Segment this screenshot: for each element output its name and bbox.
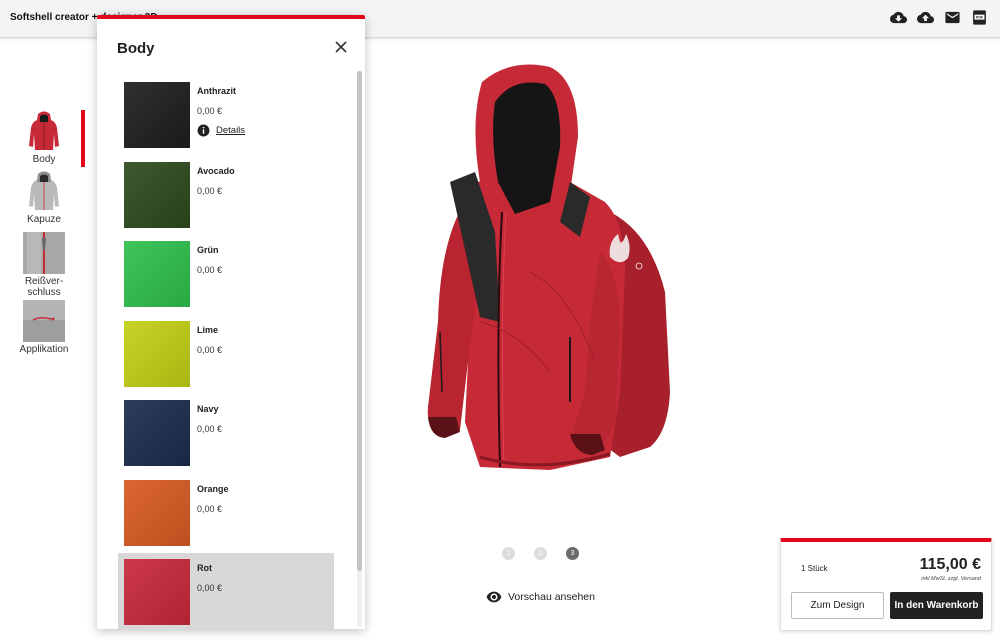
color-name: Rot bbox=[197, 563, 212, 573]
jacket-preview[interactable] bbox=[420, 62, 675, 474]
nav-label: Reißver-schluss bbox=[24, 276, 64, 298]
color-price: 0,00 € bbox=[197, 106, 223, 116]
nav-item-applikation[interactable]: Applikation bbox=[14, 300, 74, 355]
pdf-icon[interactable]: PDF bbox=[971, 9, 988, 26]
color-option-avocado[interactable]: Avocado 0,00 € bbox=[118, 156, 334, 234]
cart-tax-note: inkl.MwSt. zzgl. Versand bbox=[921, 576, 981, 582]
color-swatch[interactable] bbox=[124, 161, 190, 228]
pager-dot[interactable]: 2 bbox=[534, 547, 547, 560]
preview-pager: 1 2 3 bbox=[502, 547, 579, 560]
color-option-grün[interactable]: Grün 0,00 € bbox=[118, 235, 334, 313]
eye-icon bbox=[486, 591, 502, 603]
scrollbar-thumb[interactable] bbox=[357, 71, 362, 571]
jacket-hood-thumb bbox=[23, 170, 65, 212]
svg-text:PDF: PDF bbox=[976, 16, 984, 20]
nav-item-reissverschluss[interactable]: Reißver-schluss bbox=[14, 232, 74, 298]
body-color-panel: Body Anthrazit 0,00 € Details Avocado 0,00 €… bbox=[97, 15, 365, 629]
cart-quantity: 1 Stück bbox=[801, 564, 828, 573]
add-to-cart-button[interactable]: In den Warenkorb bbox=[890, 592, 983, 619]
toolbar-icons: PDF bbox=[890, 9, 988, 26]
color-price: 0,00 € bbox=[197, 185, 223, 196]
cart-box: 1 Stück 115,00 € inkl.MwSt. zzgl. Versan… bbox=[780, 538, 992, 631]
nav-label: Body bbox=[32, 154, 56, 165]
nav-label: Kapuze bbox=[27, 214, 61, 225]
preview-link[interactable]: Vorschau ansehen bbox=[486, 591, 595, 603]
details-label: Details bbox=[216, 125, 246, 136]
cart-price: 115,00 € bbox=[919, 556, 981, 573]
applikation-thumb bbox=[23, 300, 65, 342]
color-price: 0,00 € bbox=[197, 265, 223, 275]
color-name: Grün bbox=[197, 245, 219, 255]
color-swatch[interactable] bbox=[124, 241, 190, 307]
color-option-orange[interactable]: Orange 0,00 € bbox=[118, 474, 334, 552]
close-icon[interactable] bbox=[333, 39, 349, 55]
color-price: 0,00 € bbox=[197, 583, 223, 593]
color-price: 0,00 € bbox=[197, 503, 223, 514]
color-name: Lime bbox=[197, 324, 219, 335]
nav-item-body[interactable]: Body bbox=[14, 110, 74, 165]
color-swatch[interactable] bbox=[124, 400, 190, 466]
color-option-lime[interactable]: Lime 0,00 € bbox=[118, 315, 334, 393]
mail-icon[interactable] bbox=[944, 9, 961, 26]
color-name: Avocado bbox=[197, 165, 235, 176]
nav-item-kapuze[interactable]: Kapuze bbox=[14, 170, 74, 225]
zum-design-button[interactable]: Zum Design bbox=[791, 592, 884, 619]
cloud-upload-icon[interactable] bbox=[917, 9, 934, 26]
cloud-download-icon[interactable] bbox=[890, 9, 907, 26]
zipper-thumb bbox=[23, 232, 65, 274]
color-name: Navy bbox=[197, 404, 219, 414]
color-option-anthrazit[interactable]: Anthrazit 0,00 € Details bbox=[118, 76, 334, 154]
pager-dot[interactable]: 1 bbox=[502, 547, 515, 560]
color-swatch[interactable] bbox=[124, 559, 190, 625]
panel-title: Body bbox=[117, 40, 155, 57]
color-price: 0,00 € bbox=[197, 344, 223, 355]
color-price: 0,00 € bbox=[197, 424, 223, 434]
nav-active-indicator bbox=[81, 110, 85, 167]
color-option-navy[interactable]: Navy 0,00 € bbox=[118, 394, 334, 472]
color-swatch[interactable] bbox=[124, 82, 190, 148]
details-link[interactable]: Details bbox=[197, 124, 245, 137]
color-name: Orange bbox=[197, 483, 229, 494]
preview-label: Vorschau ansehen bbox=[508, 591, 595, 603]
color-swatch[interactable] bbox=[124, 479, 190, 546]
color-swatch[interactable] bbox=[124, 320, 190, 387]
jacket-body-thumb bbox=[23, 110, 65, 152]
info-icon bbox=[197, 124, 210, 137]
pager-dot-active[interactable]: 3 bbox=[566, 547, 579, 560]
nav-label: Applikation bbox=[19, 344, 69, 355]
color-name: Anthrazit bbox=[197, 86, 236, 96]
color-option-rot[interactable]: Rot 0,00 € bbox=[118, 553, 334, 629]
